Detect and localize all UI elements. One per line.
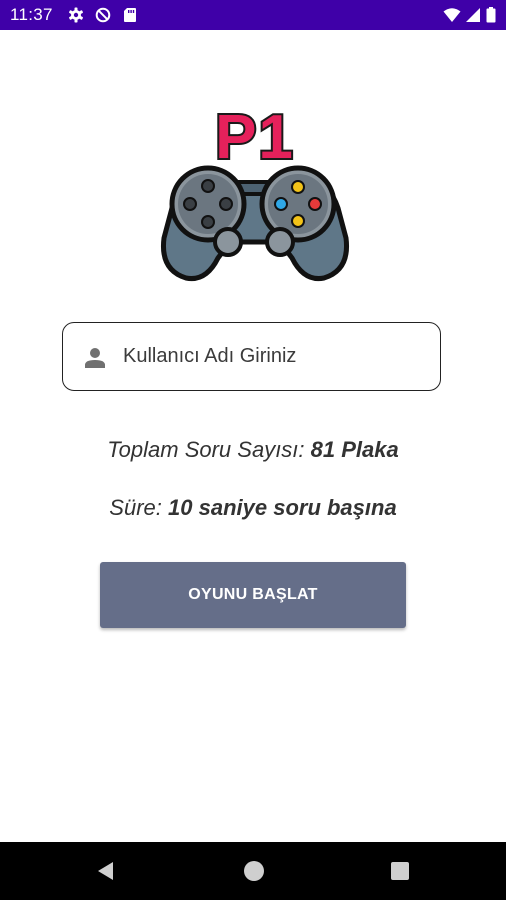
logo-text: P1 [215, 103, 295, 172]
username-field[interactable] [62, 322, 441, 391]
person-icon [84, 347, 106, 369]
battery-icon [486, 7, 496, 23]
do-not-disturb-icon [95, 7, 111, 23]
navigation-bar [0, 842, 506, 900]
total-questions-text: Toplam Soru Sayısı: 81 Plaka [0, 437, 506, 463]
status-time: 11:37 [10, 5, 53, 24]
time-per-question-text: Süre: 10 saniye soru başına [0, 495, 506, 521]
settings-gear-icon [68, 7, 84, 23]
app-logo: P1 [160, 98, 350, 288]
back-icon[interactable] [94, 859, 118, 883]
username-input[interactable] [123, 335, 423, 377]
home-icon[interactable] [242, 859, 266, 883]
status-bar: 11:37 [0, 0, 506, 30]
cellular-signal-icon [465, 7, 481, 23]
total-questions-label: Toplam Soru Sayısı: [107, 437, 305, 462]
sd-card-icon [122, 7, 138, 23]
gamepad-icon [160, 165, 350, 282]
time-label: Süre: [109, 495, 162, 520]
time-value: 10 saniye soru başına [168, 495, 397, 520]
start-game-button[interactable]: OYUNU BAŞLAT [100, 562, 406, 628]
recents-icon[interactable] [388, 859, 412, 883]
wifi-icon [443, 7, 461, 23]
total-questions-value: 81 Plaka [310, 437, 399, 462]
